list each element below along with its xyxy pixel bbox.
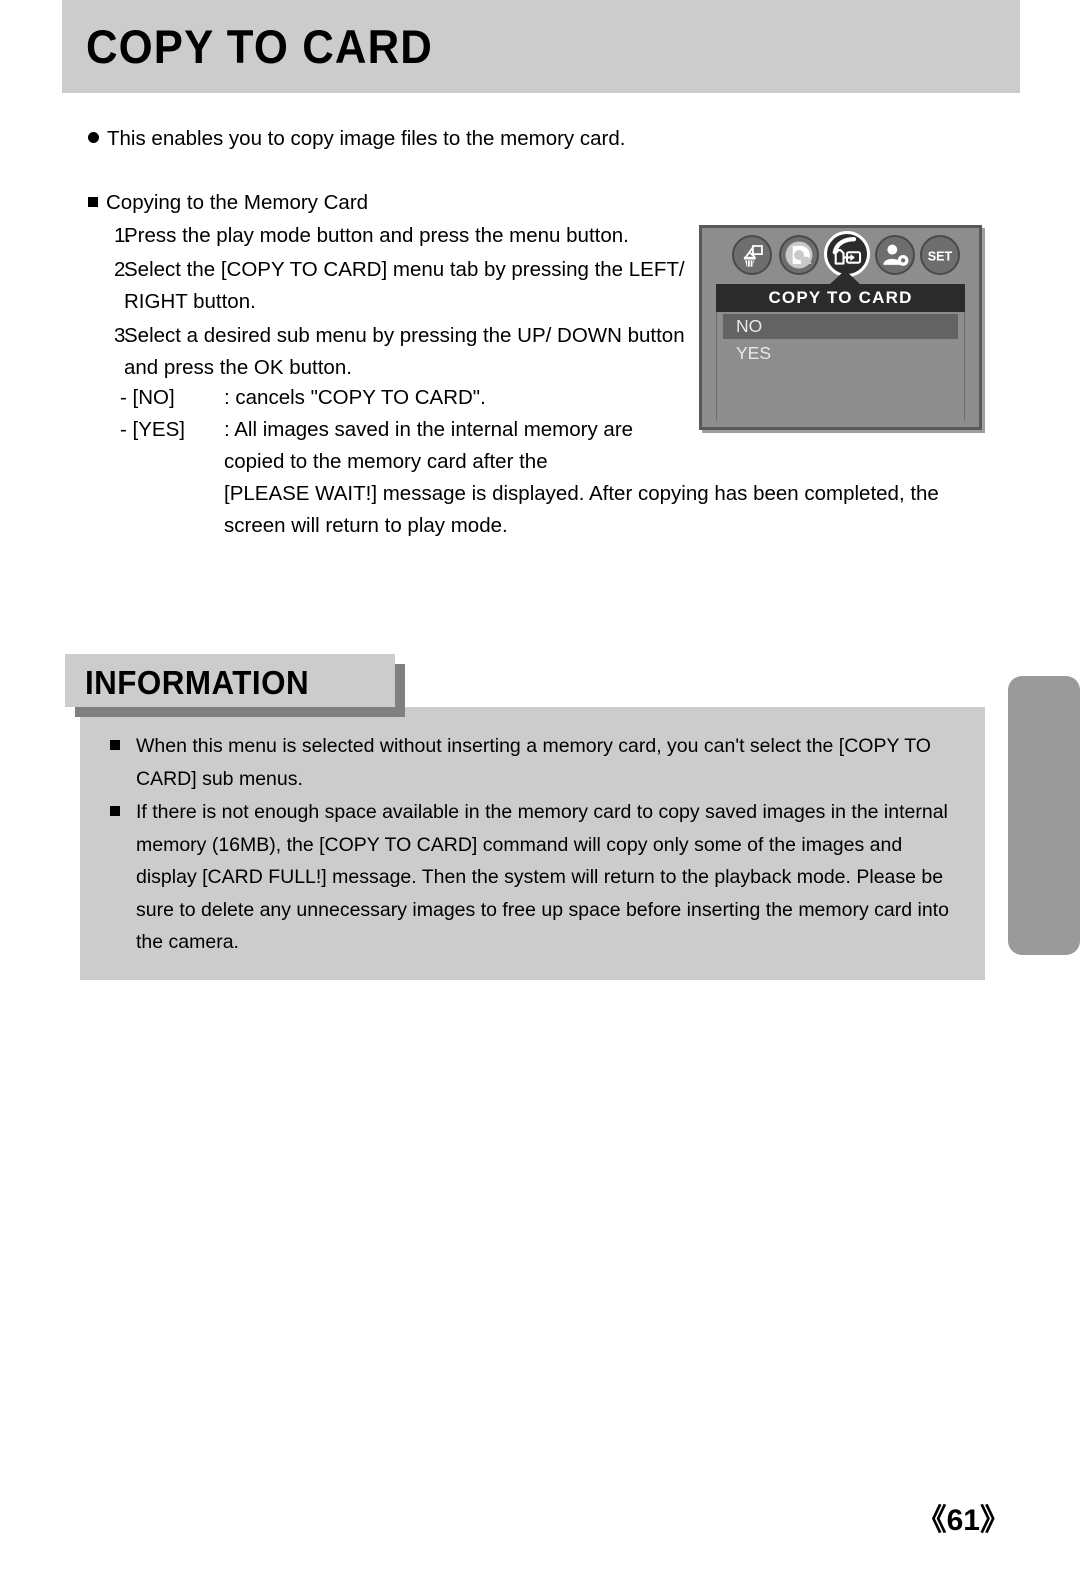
square-bullet-icon [88,197,98,207]
procedure-step: 3. Select a desired sub menu by pressing… [88,320,688,384]
protect-icon[interactable] [875,235,915,275]
step-number: 1. [114,224,132,247]
information-tab: INFORMATION [65,654,395,707]
sub-option-desc: : cancels "COPY TO CARD". [224,386,486,409]
information-item-text: When this menu is selected without inser… [136,735,931,790]
information-list: When this menu is selected without inser… [110,730,965,960]
circle-bullet-icon [88,132,99,143]
lcd-menu-title: COPY TO CARD [716,284,965,312]
step-text: Press the play mode button and press the… [124,224,629,247]
page-edge-tab [1008,676,1080,955]
page-header-bar: COPY TO CARD [62,0,1020,93]
lcd-screen: SET COPY TO CARD NO YES [699,225,982,430]
camera-lcd-illustration: SET COPY TO CARD NO YES [699,225,982,430]
sub-option-desc: : All images saved in the internal memor… [224,418,634,441]
delete-icon[interactable] [732,235,772,275]
square-bullet-icon [110,806,120,816]
intro-text: This enables you to copy image files to … [107,127,626,150]
information-item-text: If there is not enough space available i… [136,801,949,953]
procedure-step: 2. Select the [COPY TO CARD] menu tab by… [88,254,688,318]
set-icon[interactable]: SET [920,235,960,275]
procedure-block: Copying to the Memory Card 1. Press the … [88,188,688,384]
lcd-option-yes[interactable]: YES [723,341,958,366]
procedure-step: 1. Press the play mode button and press … [88,220,688,252]
procedure-heading: Copying to the Memory Card [88,188,688,218]
page-number: 《61》 [916,1504,1010,1537]
lcd-option-no[interactable]: NO [723,314,958,339]
step-number: 2. [114,258,132,281]
information-box: When this menu is selected without inser… [80,707,985,980]
step-text: Select the [COPY TO CARD] menu tab by pr… [124,258,685,313]
sub-option-continuation: [PLEASE WAIT!] message is displayed. Aft… [224,482,939,505]
square-bullet-icon [110,740,120,750]
svg-text:SET: SET [928,249,953,263]
information-tab-label: INFORMATION [85,664,310,701]
sub-option-continuation: copied to the memory card after the [224,450,548,473]
procedure-heading-text: Copying to the Memory Card [106,191,369,214]
sub-option-key: - [YES] [120,418,185,441]
lcd-menu-options: NO YES [716,312,965,421]
sub-option-continuation: screen will return to play mode. [224,514,508,537]
information-item: If there is not enough space available i… [110,796,965,959]
step-number: 3. [114,324,132,347]
sub-option-key: - [NO] [120,386,175,409]
dpof-icon[interactable] [779,235,819,275]
step-text: Select a desired sub menu by pressing th… [124,324,685,379]
page-title: COPY TO CARD [86,20,433,73]
information-item: When this menu is selected without inser… [110,730,965,795]
intro-paragraph: This enables you to copy image files to … [88,125,968,153]
